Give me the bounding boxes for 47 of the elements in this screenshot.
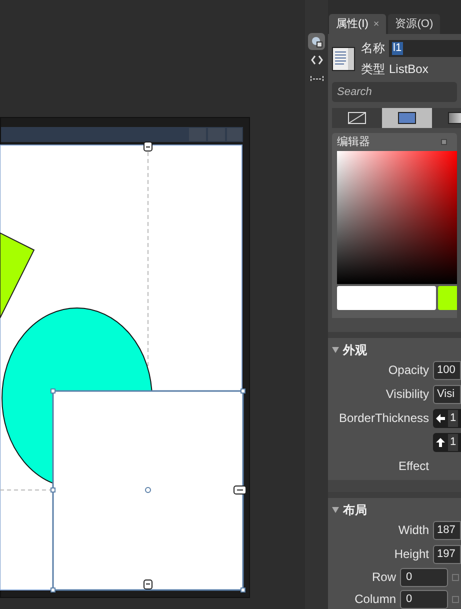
property-label: Opacity bbox=[388, 362, 429, 379]
property-label: Column bbox=[354, 591, 396, 608]
editor-title: 编辑器 bbox=[337, 134, 371, 150]
section-title[interactable]: 外观 bbox=[343, 341, 367, 359]
center-point bbox=[145, 487, 151, 493]
pin-handle-icon[interactable] bbox=[144, 142, 152, 152]
color-picker-area[interactable] bbox=[337, 151, 457, 284]
value-field[interactable]: 197 bbox=[433, 544, 461, 564]
section-title[interactable]: 布局 bbox=[343, 501, 367, 519]
name-field[interactable]: l1 bbox=[389, 40, 461, 56]
type-value: ListBox bbox=[389, 61, 428, 78]
property-label: Visibility bbox=[386, 386, 429, 403]
name-value: l1 bbox=[392, 42, 403, 54]
property-label: Effect bbox=[398, 458, 429, 475]
solid-brush-icon bbox=[398, 112, 416, 124]
value-field[interactable]: 1 bbox=[448, 434, 458, 450]
gradient-brush-icon bbox=[448, 112, 461, 124]
brush-tab[interactable] bbox=[382, 108, 432, 128]
property-label: Row bbox=[372, 569, 396, 586]
value-field[interactable]: 187 bbox=[433, 520, 461, 540]
previous-color-swatch bbox=[438, 286, 457, 310]
properties-tool-icon[interactable] bbox=[308, 33, 325, 50]
editor-option-icon[interactable] bbox=[441, 139, 447, 145]
panel-tab[interactable]: 资源(O) bbox=[388, 14, 440, 34]
value-field[interactable]: 100 bbox=[433, 360, 461, 380]
type-label: 类型 bbox=[361, 61, 385, 78]
code-icon[interactable] bbox=[310, 54, 322, 66]
left-arrow-icon bbox=[436, 414, 445, 422]
name-label: 名称 bbox=[361, 40, 385, 57]
value-field[interactable]: Visi bbox=[433, 384, 461, 404]
listbox-icon bbox=[332, 46, 355, 70]
search-field[interactable]: Search bbox=[332, 82, 457, 102]
close-tab-button[interactable]: × bbox=[373, 16, 380, 32]
property-label: Height bbox=[394, 546, 429, 563]
panel-tab[interactable]: 属性(I) × bbox=[329, 14, 386, 34]
pin-handle-icon[interactable] bbox=[234, 486, 246, 494]
property-label: BorderThickness bbox=[338, 410, 429, 427]
expand-caret-icon[interactable] bbox=[332, 507, 339, 513]
spacing-icon[interactable] bbox=[310, 74, 324, 84]
expand-caret-icon[interactable] bbox=[332, 347, 339, 353]
up-arrow-icon bbox=[436, 438, 445, 446]
value-field[interactable]: 0 bbox=[400, 568, 448, 586]
no-brush-icon bbox=[348, 112, 366, 124]
value-field[interactable]: 1 bbox=[448, 410, 458, 426]
value-field[interactable]: 0 bbox=[400, 590, 448, 608]
pin-handle-icon[interactable] bbox=[144, 580, 152, 590]
property-label: Width bbox=[398, 522, 429, 539]
